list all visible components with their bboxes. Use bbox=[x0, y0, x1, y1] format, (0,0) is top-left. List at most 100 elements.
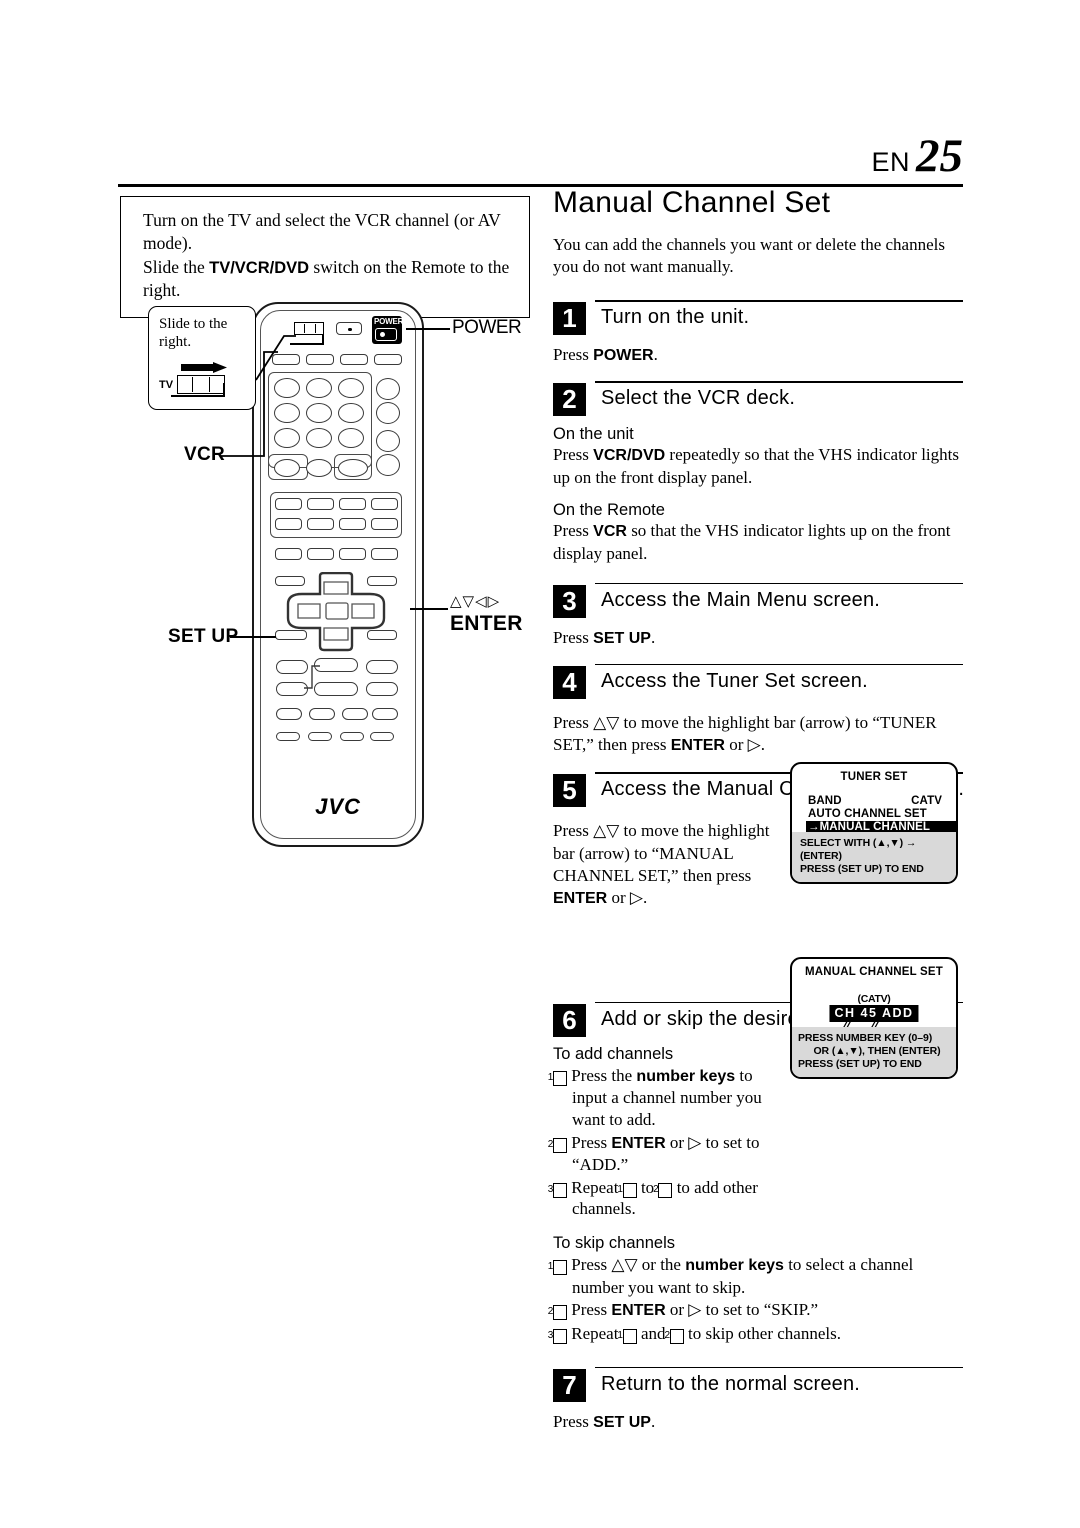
right-arrow-icon bbox=[181, 362, 227, 373]
lower-button-11[interactable] bbox=[276, 732, 300, 741]
lower-button-10[interactable] bbox=[372, 708, 398, 720]
add-channels-item-2: 2 Press ENTER or ▷ to set to “ADD.” bbox=[548, 1132, 785, 1176]
skip-channels-heading: To skip channels bbox=[553, 1234, 675, 1253]
osd-band-label: BAND bbox=[808, 795, 842, 807]
step-7-press-post: . bbox=[650, 1411, 656, 1431]
set-up-button[interactable] bbox=[275, 630, 307, 640]
skip-marker-3: 3 bbox=[548, 1328, 567, 1344]
power-button-inner bbox=[375, 328, 397, 341]
remote-mode-button-3[interactable] bbox=[340, 354, 368, 365]
step-1-press-post: . bbox=[653, 345, 658, 365]
step-4-key: ENTER bbox=[670, 736, 725, 754]
step-7: 7 Return to the normal screen. Press SET… bbox=[553, 1366, 963, 1434]
osd-manual-footer-line-2: OR (▲,▼), THEN (ENTER) bbox=[813, 1044, 941, 1057]
step-1-press-pre: Press bbox=[553, 345, 594, 365]
remote-mode-button-4[interactable] bbox=[374, 354, 402, 365]
number-key-8[interactable] bbox=[306, 428, 332, 448]
step-3-title: Access the Main Menu screen. bbox=[601, 588, 881, 611]
return-button[interactable] bbox=[367, 630, 397, 640]
skip-channels-list: 1 Press △▽ or the number keys to select … bbox=[548, 1254, 953, 1344]
number-key-3[interactable] bbox=[338, 378, 364, 398]
button-connector-line bbox=[304, 665, 320, 689]
number-key-5[interactable] bbox=[306, 403, 332, 423]
power-button[interactable]: POWER bbox=[372, 316, 403, 344]
slide-switch-callout: Slide to the right. TV bbox=[148, 306, 256, 410]
osd-auto-channel-set-row[interactable]: AUTO CHANNEL SET bbox=[808, 808, 956, 820]
lower-button-9[interactable] bbox=[342, 708, 368, 720]
step-3-press-post: . bbox=[650, 627, 656, 647]
lower-button-8[interactable] bbox=[309, 708, 335, 720]
step-4-body: Press △▽ to move the highlight bar (arro… bbox=[553, 712, 963, 757]
function-button-1[interactable] bbox=[275, 548, 302, 560]
lower-button-3[interactable] bbox=[366, 660, 398, 674]
transport-button-8[interactable] bbox=[371, 518, 398, 530]
step-5-text-b: or ▷. bbox=[607, 887, 648, 907]
step-2-divider bbox=[595, 380, 963, 383]
step-7-number: 7 bbox=[553, 1368, 586, 1402]
remote-small-button[interactable] bbox=[336, 322, 362, 335]
language-code: EN bbox=[871, 147, 910, 177]
add-2-key: ENTER bbox=[611, 1134, 666, 1152]
transport-button-7[interactable] bbox=[339, 518, 366, 530]
step-1-header: 1 Turn on the unit. bbox=[553, 300, 963, 338]
add-channels-list: 1 Press the number keys to input a chann… bbox=[548, 1065, 785, 1221]
add-1-text-a: Press the bbox=[571, 1065, 637, 1085]
step-2-number: 2 bbox=[553, 382, 586, 416]
step-3-divider bbox=[595, 582, 963, 585]
enter-arrow-icons: △▽◁▷ bbox=[450, 594, 501, 610]
remote-mode-button-2[interactable] bbox=[306, 354, 334, 365]
page-number-group: EN 25 bbox=[871, 132, 963, 179]
skip-3-text-c: to skip other channels. bbox=[683, 1323, 841, 1343]
volume-down-button[interactable] bbox=[376, 454, 400, 476]
lower-button-14[interactable] bbox=[370, 732, 394, 741]
lower-button-6[interactable] bbox=[366, 682, 398, 696]
osd-manual-title: MANUAL CHANNEL SET bbox=[805, 966, 943, 978]
skip-3-text-a: Repeat bbox=[571, 1323, 623, 1343]
volume-up-button[interactable] bbox=[376, 430, 400, 452]
transport-button-1[interactable] bbox=[275, 498, 302, 510]
number-key-9[interactable] bbox=[338, 428, 364, 448]
step-7-press-pre: Press bbox=[553, 1411, 594, 1431]
tv-switch-base bbox=[171, 395, 225, 397]
step-6-number: 6 bbox=[553, 1003, 586, 1037]
transport-button-3[interactable] bbox=[339, 498, 366, 510]
callout-leader-line bbox=[255, 335, 296, 381]
osd-band-row: BAND CATV bbox=[808, 795, 956, 807]
step-7-divider bbox=[595, 1366, 963, 1369]
lower-button-12[interactable] bbox=[308, 732, 332, 741]
step-3-number: 3 bbox=[553, 584, 586, 618]
add-channels-item-3: 3 Repeat 1 to 2 to add other channels. bbox=[548, 1177, 785, 1221]
power-leader-line bbox=[406, 328, 450, 330]
vcr-callout-label: VCR bbox=[184, 444, 226, 465]
step-5-key: ENTER bbox=[553, 889, 608, 907]
osd-manual-channel-set: MANUAL CHANNEL SET (CATV) CH 45 ADD // /… bbox=[790, 957, 958, 1079]
skip-ref-1: 1 bbox=[617, 1328, 637, 1344]
skip-channels-item-2: 2 Press ENTER or ▷ to set to “SKIP.” bbox=[548, 1299, 953, 1321]
osd-band-caption: (CATV) bbox=[857, 993, 891, 1005]
lower-button-7[interactable] bbox=[276, 708, 302, 720]
function-button-3[interactable] bbox=[339, 548, 366, 560]
transport-button-6[interactable] bbox=[307, 518, 334, 530]
step-2: 2 Select the VCR deck. On the unit Press… bbox=[553, 380, 963, 565]
section-intro: You can add the channels you want or del… bbox=[553, 235, 945, 277]
transport-button-4[interactable] bbox=[371, 498, 398, 510]
function-button-2[interactable] bbox=[307, 548, 334, 560]
list-ref-2: 2 bbox=[653, 1182, 673, 1198]
channel-up-button[interactable] bbox=[376, 378, 400, 400]
skip-2-text-a: Press bbox=[571, 1300, 612, 1320]
transport-button-2[interactable] bbox=[307, 498, 334, 510]
osd-manual-footer: PRESS NUMBER KEY (0–9) OR (▲,▼), THEN (E… bbox=[792, 1026, 956, 1077]
skip-marker-1: 1 bbox=[548, 1260, 567, 1276]
step-2-body-remote: Press VCR so that the VHS indicator ligh… bbox=[553, 520, 963, 565]
tv-switch-graphic bbox=[177, 375, 225, 394]
enter-callout-label: ENTER bbox=[450, 612, 523, 635]
function-button-4[interactable] bbox=[371, 548, 398, 560]
lower-button-13[interactable] bbox=[340, 732, 364, 741]
number-key-6[interactable] bbox=[338, 403, 364, 423]
keypad-enter-button[interactable] bbox=[338, 459, 368, 477]
hundred-button[interactable] bbox=[306, 459, 332, 477]
osd-tuner-footer-line-2: PRESS (SET UP) TO END bbox=[800, 862, 924, 875]
transport-button-5[interactable] bbox=[275, 518, 302, 530]
direction-pad[interactable] bbox=[274, 572, 398, 656]
channel-down-button[interactable] bbox=[376, 402, 400, 424]
